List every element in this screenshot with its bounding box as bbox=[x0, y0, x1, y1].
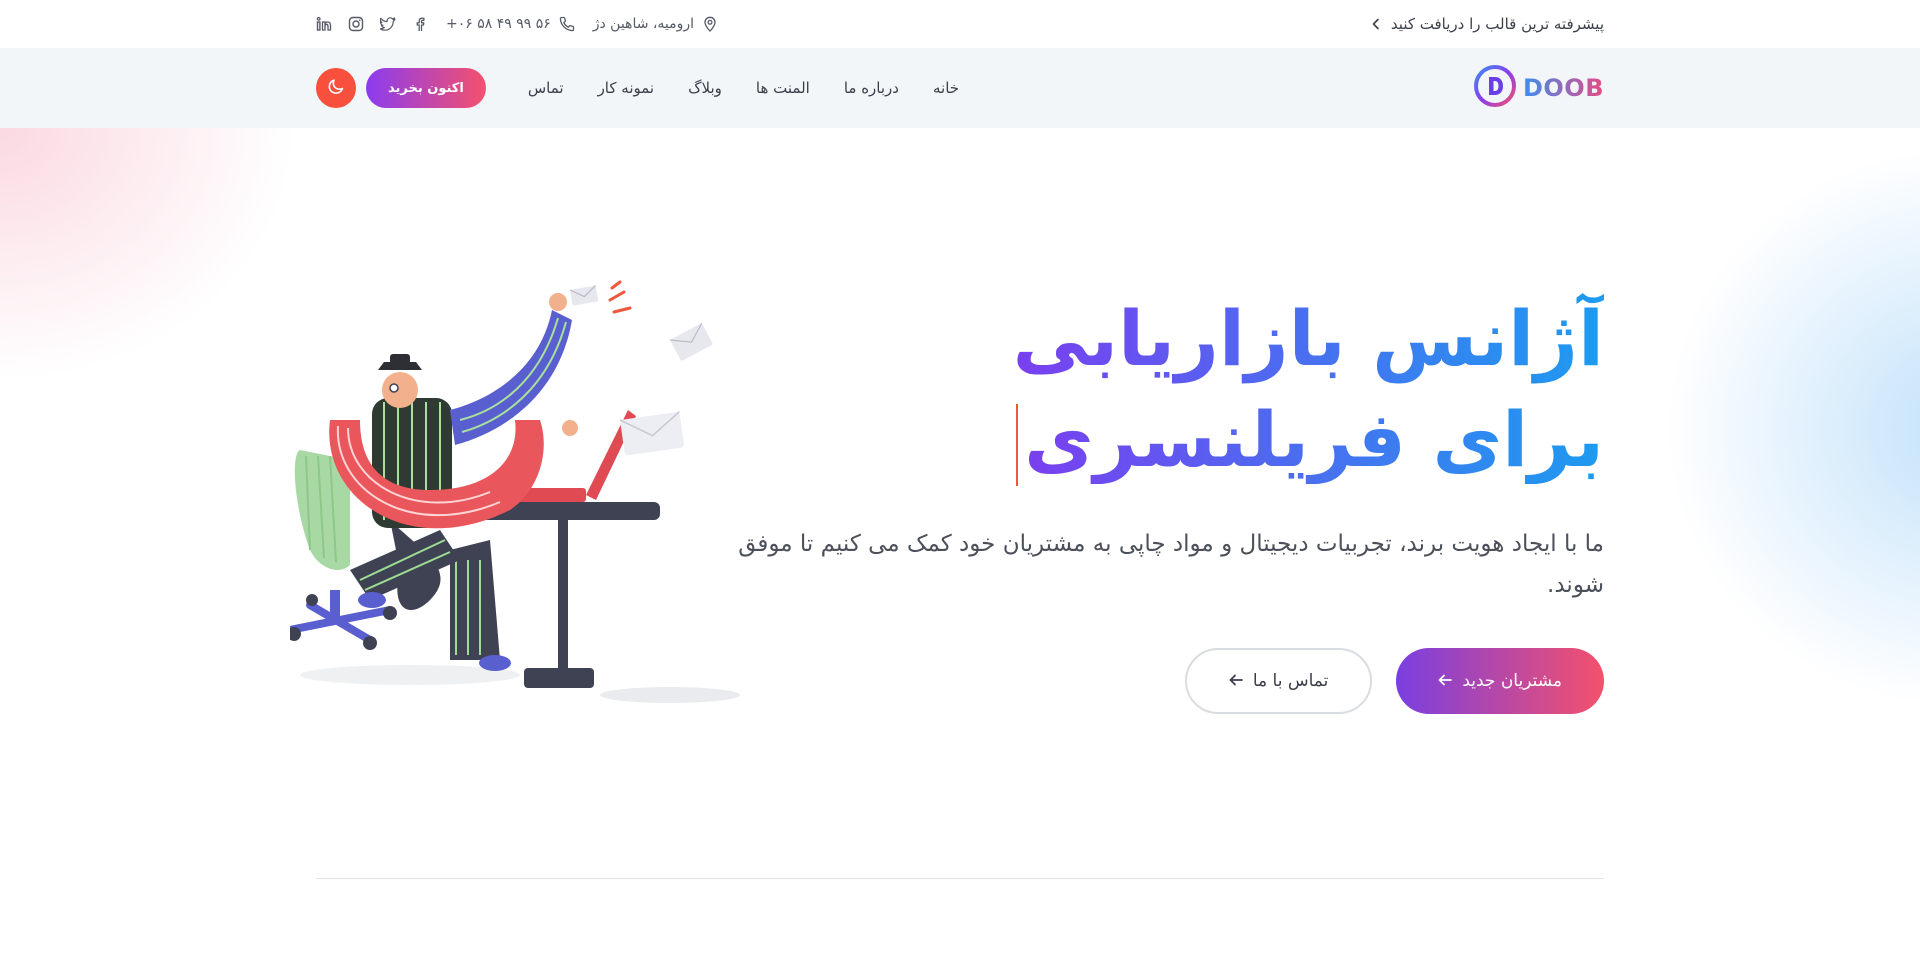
hero-title-line-2: برای فریلنسری bbox=[1024, 395, 1604, 485]
dark-mode-toggle[interactable] bbox=[316, 68, 356, 108]
logo-text: DOOB bbox=[1522, 74, 1604, 102]
nav-item-contact[interactable]: تماس bbox=[528, 79, 564, 97]
promo-text: پیشرفته ترین قالب را دریافت کنید bbox=[1390, 15, 1604, 33]
facebook-icon[interactable] bbox=[412, 16, 428, 32]
main-header: اکنون بخرید خانه درباره ما المنت ها وبلا… bbox=[0, 48, 1920, 128]
nav-item-about[interactable]: درباره ما bbox=[844, 79, 899, 97]
header-actions: اکنون بخرید bbox=[316, 68, 486, 108]
new-clients-button[interactable]: مشتریان جدید bbox=[1396, 648, 1604, 714]
chevron-left-icon bbox=[1371, 15, 1381, 34]
contact-us-button-label: تماس با ما bbox=[1252, 671, 1329, 691]
hero-buttons: مشتریان جدید تماس با ما bbox=[1184, 648, 1604, 714]
top-bar: +۰۶ ۵۸ ۴۹ ۹۹ ۵۶ ارومیه، شاهین دژ پیشرفته… bbox=[0, 0, 1920, 48]
hero-title-line-2-wrap: برای فریلنسری bbox=[1013, 389, 1604, 490]
buy-now-button[interactable]: اکنون بخرید bbox=[366, 68, 486, 108]
nav-item-elements[interactable]: المنت ها bbox=[756, 79, 810, 97]
hero-title: آژانس بازاریابی برای فریلنسری bbox=[1013, 288, 1604, 490]
nav-item-home[interactable]: خانه bbox=[933, 79, 959, 97]
linkedin-icon[interactable] bbox=[316, 16, 332, 32]
contact-us-button[interactable]: تماس با ما bbox=[1184, 648, 1373, 714]
nav-item-blog[interactable]: وبلاگ bbox=[688, 79, 722, 97]
phone-number: +۰۶ ۵۸ ۴۹ ۹۹ ۵۶ bbox=[446, 16, 551, 32]
hero-description: ما با ایجاد هویت برند، تجربیات دیجیتال و… bbox=[738, 531, 1604, 599]
main-nav: خانه درباره ما المنت ها وبلاگ نمونه کار … bbox=[528, 79, 959, 97]
new-clients-button-label: مشتریان جدید bbox=[1462, 671, 1562, 691]
instagram-icon[interactable] bbox=[348, 16, 364, 32]
phone-icon bbox=[559, 16, 575, 32]
logo-mark-icon bbox=[1473, 64, 1517, 112]
twitter-icon[interactable] bbox=[379, 16, 396, 32]
moon-icon bbox=[327, 78, 345, 99]
typing-caret bbox=[1016, 404, 1019, 487]
site-logo[interactable]: DOOB bbox=[1473, 64, 1604, 112]
address-contact: ارومیه، شاهین دژ bbox=[593, 16, 718, 32]
hero-title-line-1: آژانس بازاریابی bbox=[1013, 288, 1604, 389]
arrow-left-icon bbox=[1229, 671, 1243, 691]
address-text: ارومیه، شاهین دژ bbox=[592, 16, 695, 32]
phone-contact[interactable]: +۰۶ ۵۸ ۴۹ ۹۹ ۵۶ bbox=[446, 16, 575, 32]
header-left: اکنون بخرید خانه درباره ما المنت ها وبلا… bbox=[316, 68, 959, 108]
arrow-left-icon bbox=[1438, 671, 1453, 691]
social-links bbox=[316, 16, 428, 32]
location-pin-icon bbox=[702, 16, 718, 32]
nav-item-portfolio[interactable]: نمونه کار bbox=[598, 79, 655, 97]
top-bar-contact: +۰۶ ۵۸ ۴۹ ۹۹ ۵۶ ارومیه، شاهین دژ bbox=[316, 16, 718, 32]
promo-link[interactable]: پیشرفته ترین قالب را دریافت کنید bbox=[1371, 15, 1604, 34]
section-divider bbox=[316, 878, 1604, 879]
hero-illustration bbox=[286, 270, 770, 710]
